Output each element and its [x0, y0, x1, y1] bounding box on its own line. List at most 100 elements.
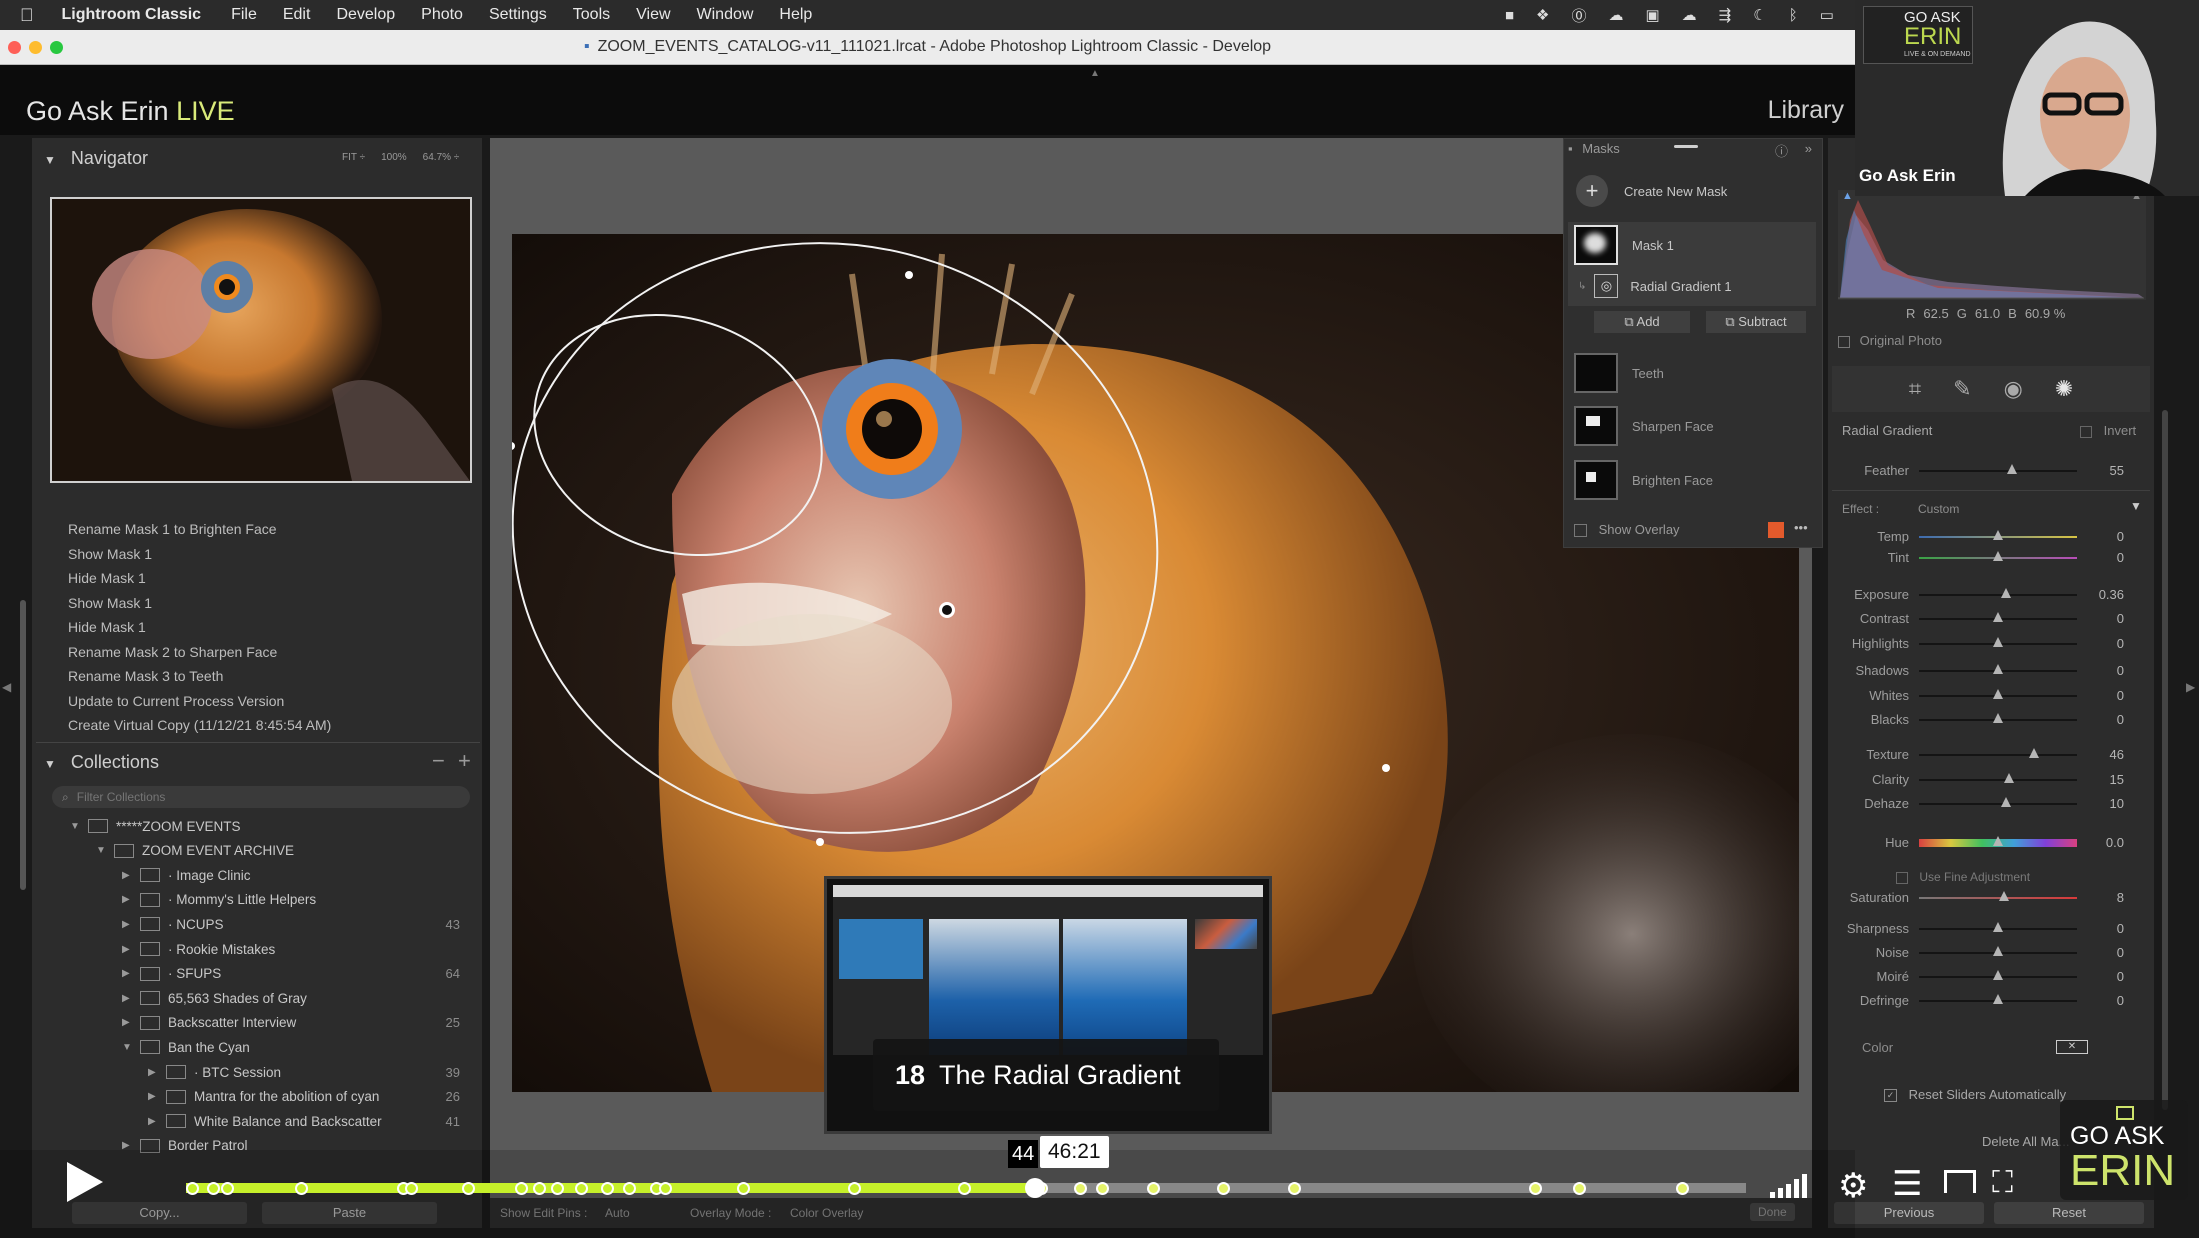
chapter-marker[interactable]	[1095, 1182, 1109, 1195]
airplay-icon[interactable]	[1944, 1170, 1976, 1193]
record-icon[interactable]: ■	[1505, 7, 1514, 24]
subtract-button[interactable]: ⧉ Subtract	[1706, 311, 1806, 333]
slider-knob[interactable]	[1993, 946, 2003, 956]
creative-cloud-icon[interactable]: ☁	[1608, 6, 1623, 24]
history-item[interactable]: Show Mask 1	[68, 542, 468, 567]
slider-dehaze[interactable]: Dehaze 10	[1834, 793, 2144, 815]
reset-sliders-checkbox[interactable]: ✓	[1884, 1089, 1897, 1103]
menu-help[interactable]: Help	[779, 6, 812, 24]
slider-value[interactable]: 0	[2117, 611, 2124, 626]
slider-value[interactable]: 0	[2117, 712, 2124, 727]
slider-hue[interactable]: Hue 0.0	[1834, 832, 2144, 854]
slider-sharpness[interactable]: Sharpness 0	[1834, 918, 2144, 940]
zoom-window-button[interactable]	[50, 41, 63, 54]
history-item[interactable]: Rename Mask 2 to Sharpen Face	[68, 640, 468, 665]
collection-item[interactable]: ▶ · SFUPS 64	[122, 962, 460, 986]
volume-icon[interactable]	[1770, 1172, 1807, 1198]
close-window-button[interactable]	[8, 41, 21, 54]
slider-value[interactable]: 10	[2110, 796, 2124, 811]
slider-exposure[interactable]: Exposure 0.36	[1834, 584, 2144, 606]
add-collection-button[interactable]: +	[458, 748, 471, 774]
collection-item[interactable]: ▶ · Image Clinic	[122, 863, 460, 887]
slider-knob[interactable]	[1993, 970, 2003, 980]
feather-value[interactable]: 55	[2110, 463, 2124, 478]
history-item[interactable]: Update to Current Process Version	[68, 689, 468, 714]
slider-knob[interactable]	[1993, 713, 2003, 723]
collection-item[interactable]: ▶ · Rookie Mistakes	[122, 937, 460, 961]
collection-item[interactable]: ▶ 65,563 Shades of Gray	[122, 986, 460, 1010]
disclosure-triangle-icon[interactable]: ▶	[148, 1091, 162, 1102]
reset-button[interactable]: Reset	[1994, 1202, 2144, 1224]
menu-tools[interactable]: Tools	[573, 6, 610, 24]
slider-value[interactable]: 0.36	[2099, 587, 2124, 602]
disclosure-triangle-icon[interactable]: ▶	[122, 1017, 136, 1028]
bluetooth-icon[interactable]: ᛒ	[1789, 7, 1798, 24]
menu-view[interactable]: View	[636, 6, 670, 24]
masks-collapse-handle[interactable]	[1674, 145, 1698, 148]
slider-value[interactable]: 0.0	[2106, 835, 2124, 850]
slider-knob[interactable]	[1999, 891, 2010, 901]
menu-edit[interactable]: Edit	[283, 6, 311, 24]
module-library[interactable]: Library	[1768, 96, 1844, 125]
collection-item[interactable]: ▶ · BTC Session 39	[148, 1060, 460, 1084]
slider-value[interactable]: 15	[2110, 772, 2124, 787]
play-button[interactable]	[67, 1162, 103, 1202]
disclosure-triangle-icon[interactable]: ▼	[96, 845, 110, 856]
mask-item-teeth[interactable]: Teeth	[1568, 350, 1816, 396]
disclosure-triangle-icon[interactable]: ▶	[148, 1116, 162, 1127]
chapters-list-icon[interactable]: ☰	[1892, 1164, 1922, 1204]
slider-knob[interactable]	[1993, 664, 2003, 674]
slider-knob[interactable]	[2000, 588, 2011, 598]
left-edge-arrow-icon[interactable]: ◀	[2, 680, 11, 694]
chapter-marker[interactable]	[404, 1182, 418, 1195]
more-options-icon[interactable]: •••	[1794, 520, 1808, 535]
show-overlay-checkbox[interactable]	[1574, 524, 1587, 538]
navigator-header[interactable]: ▼ Navigator	[44, 148, 148, 169]
chapter-marker[interactable]	[1676, 1182, 1690, 1195]
slider-track[interactable]	[1919, 754, 2077, 756]
minimize-window-button[interactable]	[29, 41, 42, 54]
slider-value[interactable]: 0	[2117, 993, 2124, 1008]
mask-item-brighten-face[interactable]: Brighten Face	[1568, 457, 1816, 503]
radial-handle[interactable]	[816, 838, 824, 846]
slider-knob[interactable]	[1993, 551, 2003, 561]
history-item[interactable]: Hide Mask 1	[68, 566, 468, 591]
overlay-color-swatch[interactable]	[1768, 522, 1784, 538]
slider-value[interactable]: 8	[2117, 890, 2124, 905]
slider-texture[interactable]: Texture 46	[1834, 744, 2144, 766]
crop-icon[interactable]: ⌗	[1909, 376, 1921, 402]
right-scrollbar[interactable]	[2162, 410, 2168, 1110]
menu-window[interactable]: Window	[697, 6, 754, 24]
slider-track[interactable]	[1919, 897, 2077, 899]
right-edge-arrow-icon[interactable]: ▶	[2186, 680, 2195, 694]
collection-item[interactable]: ▶ · NCUPS 43	[122, 912, 460, 936]
chapter-marker[interactable]	[532, 1182, 546, 1195]
zoom-fit[interactable]: FIT ÷	[342, 152, 365, 163]
chapter-marker[interactable]	[206, 1182, 220, 1195]
radial-handle[interactable]	[1382, 764, 1390, 772]
collection-item[interactable]: ▶ · Mommy's Little Helpers	[122, 888, 460, 912]
masking-icon[interactable]: ✺	[2055, 376, 2073, 402]
history-item[interactable]: Show Mask 1	[68, 591, 468, 616]
disclosure-triangle-icon[interactable]: ▶	[122, 870, 136, 881]
slider-noise[interactable]: Noise 0	[1834, 942, 2144, 964]
create-new-mask[interactable]: + Create New Mask	[1568, 168, 1816, 214]
collections-filter-input[interactable]	[74, 789, 439, 805]
menu-file[interactable]: File	[231, 6, 257, 24]
slider-value[interactable]: 0	[2117, 529, 2124, 544]
history-item[interactable]: Rename Mask 3 to Teeth	[68, 664, 468, 689]
collection-item[interactable]: ▼ ZOOM EVENT ARCHIVE	[96, 839, 460, 863]
color-swatch[interactable]: ✕	[2056, 1040, 2088, 1054]
expand-icon[interactable]: »	[1805, 141, 1812, 156]
display-icon[interactable]: ▣	[1645, 6, 1659, 24]
moon-icon[interactable]: ☾	[1753, 6, 1766, 24]
collection-item[interactable]: ▼ Ban the Cyan	[122, 1035, 460, 1059]
collection-item[interactable]: ▶ Backscatter Interview 25	[122, 1011, 460, 1035]
settings-gear-icon[interactable]: ⚙	[1838, 1166, 1868, 1206]
navigator-preview[interactable]	[50, 197, 472, 483]
slider-track[interactable]	[1919, 803, 2077, 805]
battery-icon[interactable]: ▭	[1820, 6, 1834, 24]
slider-knob[interactable]	[1993, 836, 2003, 846]
fine-adjustment-checkbox[interactable]	[1896, 871, 1908, 884]
chapter-marker[interactable]	[1073, 1182, 1087, 1195]
